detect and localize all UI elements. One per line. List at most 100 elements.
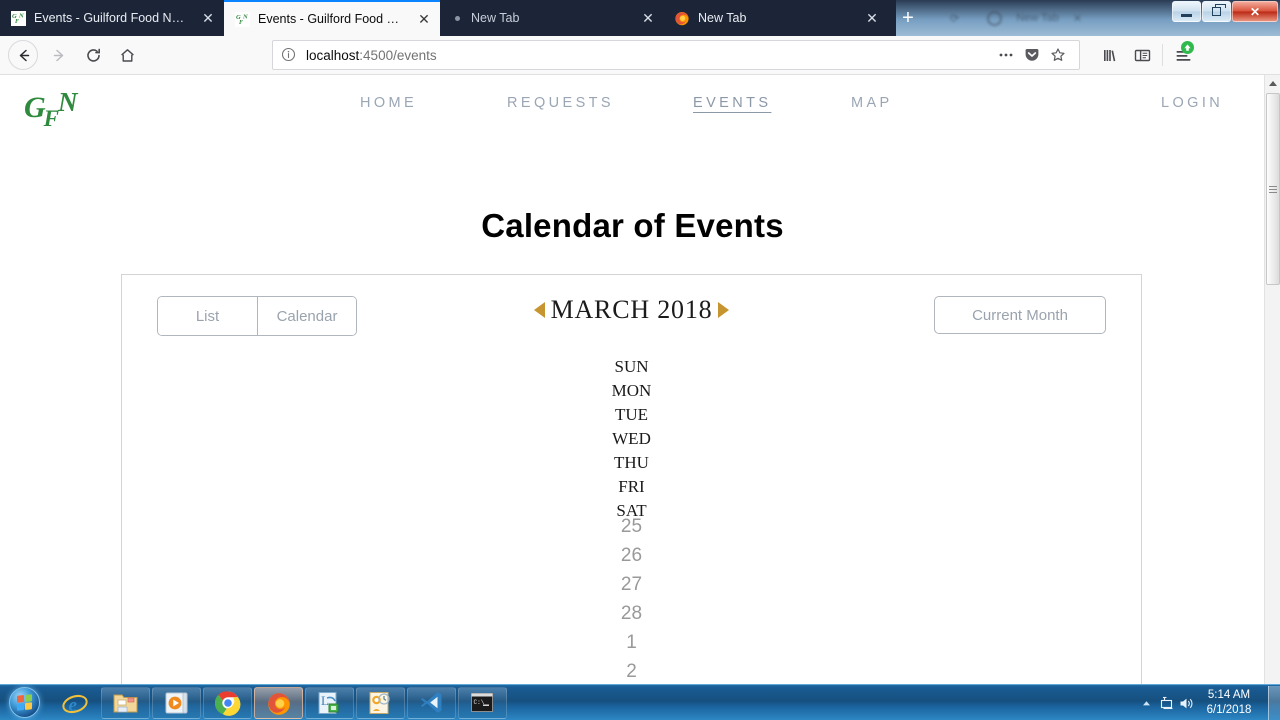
tab-close-icon[interactable]: ✕ (864, 10, 880, 26)
svg-text:e: e (68, 695, 77, 716)
show-hidden-icons-button[interactable] (1136, 698, 1156, 709)
desktop: New Tab ✕ G F N Events - Guilford Food N… (0, 0, 1280, 720)
tab-close-icon[interactable]: ✕ (416, 11, 432, 27)
dot-icon (455, 15, 460, 21)
close-button[interactable]: ✕ (1232, 1, 1278, 22)
taskbar-item-firefox[interactable] (254, 686, 303, 719)
volume-icon[interactable] (1176, 696, 1196, 711)
ghost-favicon-icon (987, 10, 1003, 26)
taskbar-item-windows-media-player[interactable] (152, 686, 201, 719)
logo-letter-f: F (43, 106, 60, 131)
back-button[interactable] (8, 40, 38, 70)
calendar-day-cell[interactable]: 1 (122, 628, 1141, 657)
nav-item-requests[interactable]: REQUESTS (507, 95, 614, 111)
restore-button[interactable] (1202, 1, 1231, 22)
reload-button[interactable] (76, 38, 110, 72)
page-actions-button[interactable] (993, 42, 1019, 68)
svg-text:F: F (15, 19, 19, 25)
tab-new-2[interactable]: New Tab ✕ (664, 0, 888, 36)
calendar-day-names: SUN MON TUE WED THU FRI SAT (122, 355, 1141, 523)
svg-text:N: N (242, 13, 248, 20)
calendar-day-cell[interactable]: 27 (122, 570, 1141, 599)
library-icon[interactable] (1094, 39, 1126, 71)
page-scrollbar[interactable] (1264, 75, 1280, 684)
background-window-ghost-tabs: ⟳ New Tab ✕ (936, 0, 1194, 36)
tab-close-icon[interactable]: ✕ (640, 10, 656, 26)
scrollbar-up-button[interactable] (1265, 75, 1280, 92)
calendar-day-cell[interactable]: 26 (122, 541, 1141, 570)
svg-text:N: N (18, 12, 24, 19)
logo-letter-n: N (58, 87, 78, 117)
sidebar-icon[interactable] (1126, 39, 1158, 71)
day-name-wed: WED (612, 429, 651, 448)
taskbar-item-outlook[interactable] (356, 686, 405, 719)
taskbar-item-command-prompt[interactable]: C:\ (458, 686, 507, 719)
show-desktop-button[interactable] (1268, 686, 1280, 720)
nav-item-login[interactable]: LOGIN (1161, 95, 1223, 111)
gfn-logo[interactable]: GFN (24, 87, 81, 131)
windows-flag-icon (16, 694, 32, 711)
minimize-icon (1181, 13, 1192, 17)
url-path: :4500/events (359, 47, 437, 63)
scrollbar-thumb[interactable] (1266, 93, 1280, 285)
start-orb (8, 687, 40, 718)
browser-toolbar: localhost:4500/events (0, 36, 1280, 75)
restore-icon (1212, 4, 1226, 16)
calendar-grid: SUN MON TUE WED THU FRI SAT 25 26 27 28 … (122, 353, 1141, 684)
logo-letter-g: G (24, 91, 46, 124)
toolbar-divider (1162, 44, 1163, 66)
calendar-day-cell[interactable]: 25 (122, 512, 1141, 541)
taskbar-item-google-chrome[interactable] (203, 686, 252, 719)
url-host: localhost (306, 47, 360, 63)
page-viewport: GFN HOME REQUESTS EVENTS MAP LOGIN Calen… (0, 75, 1280, 684)
ghost-close-icon: ✕ (1072, 12, 1083, 25)
tab-title: Events - Guilford Food Network (34, 11, 190, 25)
tab-events-1[interactable]: G F N Events - Guilford Food Network ✕ (0, 0, 224, 36)
day-name-mon: MON (611, 381, 652, 400)
taskbar-item-windows-explorer[interactable] (101, 686, 150, 719)
day-name-thu: THU (614, 453, 649, 472)
hamburger-menu-icon[interactable] (1167, 39, 1199, 71)
day-name-tue: TUE (614, 405, 649, 424)
calendar-card: List Calendar MARCH 2018 Current Month S… (121, 274, 1142, 684)
new-tab-button[interactable]: + (888, 0, 928, 36)
previous-month-icon[interactable] (533, 302, 545, 318)
home-button[interactable] (110, 38, 144, 72)
firefox-window: G F N Events - Guilford Food Network ✕ G… (0, 0, 1280, 684)
scrollbar-grip-icon (1269, 184, 1277, 195)
update-badge-icon (1181, 41, 1194, 54)
taskbar-item-lync[interactable]: L (305, 686, 354, 719)
tab-close-icon[interactable]: ✕ (200, 10, 216, 26)
tab-title: Events - Guilford Food Network (258, 12, 406, 26)
nav-item-events[interactable]: EVENTS (693, 95, 771, 111)
window-controls: ✕ (1171, 1, 1278, 23)
minimize-button[interactable] (1172, 1, 1201, 22)
calendar-day-cell[interactable]: 28 (122, 599, 1141, 628)
tab-events-2[interactable]: G F N Events - Guilford Food Network ✕ (224, 0, 440, 36)
gfn-logo-icon: G F N (234, 11, 250, 27)
tab-new-1[interactable]: New Tab ✕ (440, 0, 664, 36)
forward-button[interactable] (42, 38, 76, 72)
calendar-day-cell[interactable]: 2 (122, 657, 1141, 684)
web-page: GFN HOME REQUESTS EVENTS MAP LOGIN Calen… (0, 75, 1265, 684)
network-icon[interactable] (1156, 695, 1176, 711)
start-orb-icon[interactable] (0, 686, 48, 720)
clock-date: 6/1/2018 (1206, 704, 1252, 716)
taskbar-clock[interactable]: 5:14 AM 6/1/2018 (1196, 688, 1262, 718)
nav-item-map[interactable]: MAP (851, 95, 893, 111)
page-info-icon[interactable] (281, 47, 297, 63)
url-text: localhost:4500/events (306, 48, 993, 63)
bookmark-star-icon[interactable] (1045, 42, 1071, 68)
taskbar: e L C:\ 5:14 AM 6/1/2018 (0, 684, 1280, 720)
nav-item-home[interactable]: HOME (360, 95, 417, 111)
next-month-icon[interactable] (718, 302, 730, 318)
taskbar-item-internet-explorer[interactable]: e (50, 687, 99, 719)
taskbar-item-vscode[interactable] (407, 686, 456, 719)
ghost-glyph: ⟳ (950, 12, 960, 25)
url-bar[interactable]: localhost:4500/events (272, 40, 1080, 70)
svg-text:F: F (239, 20, 243, 26)
chevron-up-icon (1269, 81, 1277, 86)
current-month-button[interactable]: Current Month (934, 296, 1106, 334)
pocket-icon[interactable] (1019, 42, 1045, 68)
site-header: GFN HOME REQUESTS EVENTS MAP LOGIN (0, 75, 1265, 153)
